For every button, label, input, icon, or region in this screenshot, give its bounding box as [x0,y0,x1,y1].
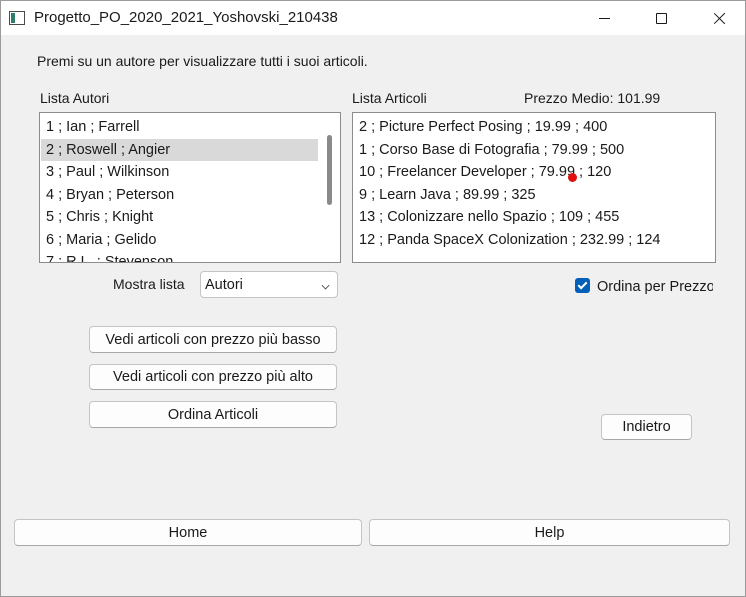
show-list-dropdown[interactable]: Autori [200,271,338,298]
maximize-icon [655,12,667,24]
back-button[interactable]: Indietro [601,414,692,440]
lowest-price-button[interactable]: Vedi articoli con prezzo più basso [89,326,337,353]
author-list-item[interactable]: 4 ; Bryan ; Peterson [41,184,318,207]
chevron-down-icon [321,281,330,290]
show-list-label: Mostra lista [113,276,185,292]
author-list-item[interactable]: 1 ; Ian ; Farrell [41,116,318,139]
show-list-selected-value: Autori [205,276,243,293]
article-list-item[interactable]: 2 ; Picture Perfect Posing ; 19.99 ; 400 [354,116,715,139]
articles-list[interactable]: 2 ; Picture Perfect Posing ; 19.99 ; 400… [352,112,716,263]
close-button[interactable] [696,1,742,35]
author-list-item[interactable]: 3 ; Paul ; Wilkinson [41,161,318,184]
title-bar: Progetto_PO_2020_2021_Yoshovski_210438 [1,1,745,35]
window-title: Progetto_PO_2020_2021_Yoshovski_210438 [34,9,338,26]
sort-by-price-label[interactable]: Ordina per Prezzo [597,279,713,295]
article-list-item[interactable]: 1 ; Corso Base di Fotografia ; 79.99 ; 5… [354,139,715,162]
app-window: Progetto_PO_2020_2021_Yoshovski_210438 P… [0,0,746,597]
help-button[interactable]: Help [369,519,730,546]
maximize-button[interactable] [638,1,684,35]
sort-articles-button[interactable]: Ordina Articoli [89,401,337,428]
average-price-label: Prezzo Medio: 101.99 [524,90,661,106]
authors-list-label: Lista Autori [40,90,110,106]
minimize-button[interactable] [581,1,627,35]
home-button[interactable]: Home [14,519,362,546]
app-icon [9,11,25,25]
author-list-item[interactable]: 6 ; Maria ; Gelido [41,229,318,252]
article-list-item[interactable]: 9 ; Learn Java ; 89.99 ; 325 [354,184,715,207]
authors-list[interactable]: 1 ; Ian ; Farrell 2 ; Roswell ; Angier 3… [39,112,341,263]
instructions-text: Premi su un autore per visualizzare tutt… [37,53,368,69]
author-list-item[interactable]: 5 ; Chris ; Knight [41,206,318,229]
author-list-item-selected[interactable]: 2 ; Roswell ; Angier [41,138,318,161]
article-list-item[interactable]: 10 ; Freelancer Developer ; 79.99 ; 120 [354,161,715,184]
article-list-item[interactable]: 12 ; Panda SpaceX Colonization ; 232.99 … [354,229,715,252]
article-list-item[interactable]: 13 ; Colonizzare nello Spazio ; 109 ; 45… [354,206,715,229]
checkmark-icon [577,279,588,290]
highest-price-button[interactable]: Vedi articoli con prezzo più alto [89,364,337,390]
author-list-item[interactable]: 7 ; R.L. ; Stevenson [41,251,318,262]
close-icon [713,12,726,25]
minimize-icon [598,17,610,19]
cursor-marker [568,173,577,182]
sort-by-price-checkbox[interactable] [575,278,590,293]
authors-list-scrollbar[interactable] [327,135,332,205]
articles-list-label: Lista Articoli [352,90,427,106]
